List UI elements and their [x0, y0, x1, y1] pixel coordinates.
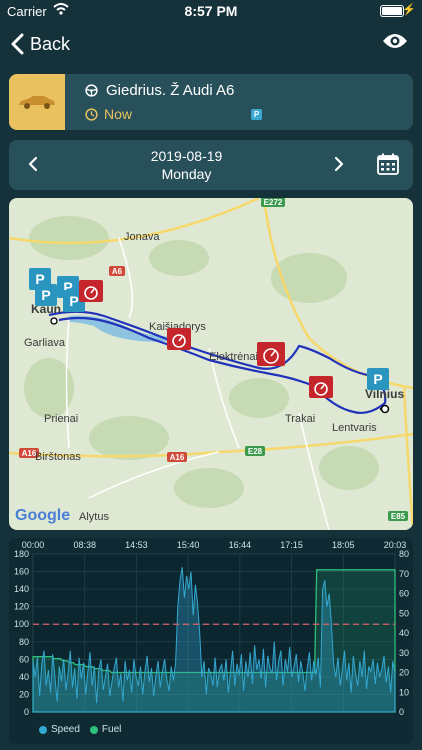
y-right-tick: 40: [399, 628, 409, 638]
legend-speed: Speed: [39, 724, 80, 735]
speeding-marker[interactable]: [309, 376, 333, 398]
x-tick: 16:44: [229, 540, 252, 550]
x-tick: 20:03: [384, 540, 407, 550]
y-left-tick: 80: [19, 637, 29, 647]
legend-speed-label: Speed: [51, 724, 80, 735]
battery-icon: [380, 5, 404, 17]
y-right-tick: 0: [399, 707, 404, 717]
vehicle-name: Giedrius. Ž Audi A6: [85, 82, 234, 99]
date-value: 2019-08-19: [150, 148, 223, 164]
place-elektrenai: Elektrėnai: [209, 351, 258, 363]
back-label: Back: [30, 33, 71, 54]
parking-marker[interactable]: P: [367, 368, 389, 390]
route-map[interactable]: E272 A6 E28 A16 A16 E85 Jonava Kaišiador…: [9, 198, 413, 530]
speed-fuel-chart[interactable]: 0 20 40 60 80 100 120 140 160 180 0 10 20 30 40 50 60 70 8…: [9, 538, 413, 744]
place-birstonas: Birštonas: [35, 451, 81, 463]
calendar-icon[interactable]: [377, 153, 399, 180]
y-left-tick: 40: [19, 672, 29, 682]
speeding-marker[interactable]: [167, 328, 191, 350]
vehicle-name-label: Giedrius. Ž Audi A6: [106, 82, 235, 99]
svg-text:E272: E272: [264, 198, 283, 207]
y-right-tick: 50: [399, 608, 409, 618]
svg-text:A16: A16: [170, 453, 185, 462]
google-logo: Google: [15, 507, 70, 524]
road-badge-a6: A6: [109, 266, 125, 276]
legend-fuel-swatch: [89, 725, 98, 734]
chevron-left-icon: [11, 33, 24, 55]
place-alytus: Alytus: [79, 511, 109, 523]
x-tick: 18:05: [332, 540, 355, 550]
y-right-tick: 80: [399, 549, 409, 559]
svg-text:P: P: [41, 287, 50, 303]
weekday-value: Monday: [161, 166, 212, 182]
steering-wheel-icon: [85, 84, 98, 97]
car-icon: [9, 74, 65, 130]
svg-text:P: P: [69, 293, 78, 309]
navigation-bar: Back: [0, 26, 422, 62]
road-badge-e28: E28: [245, 446, 265, 456]
y-left-tick: 160: [14, 567, 29, 577]
legend-speed-swatch: [39, 725, 47, 734]
vehicle-status-label: Now: [104, 106, 133, 122]
place-jonava: Jonava: [124, 231, 160, 243]
status-bar: Carrier 8:57 PM ⚡: [0, 0, 422, 22]
x-tick: 15:40: [177, 540, 200, 550]
place-trakai: Trakai: [285, 413, 315, 425]
legend-fuel: Fuel: [89, 724, 122, 735]
y-left-tick: 100: [14, 619, 29, 629]
svg-text:E85: E85: [391, 512, 406, 521]
chart-legend: Speed Fuel: [39, 724, 131, 735]
y-right-tick: 70: [399, 569, 409, 579]
map-vegetation: [24, 216, 379, 508]
eye-icon[interactable]: [382, 32, 408, 55]
place-prienai: Prienai: [44, 413, 78, 425]
y-left-tick: 0: [24, 707, 29, 717]
vehicle-status: Now: [85, 106, 132, 122]
speeding-marker[interactable]: [257, 342, 285, 366]
next-day-button[interactable]: [333, 154, 345, 179]
x-tick: 14:53: [125, 540, 148, 550]
vehicle-card[interactable]: Giedrius. Ž Audi A6 Now P: [9, 74, 413, 130]
y-right-tick: 10: [399, 687, 409, 697]
y-right-tick: 60: [399, 589, 409, 599]
road-badge-a16-2: A16: [167, 452, 187, 462]
y-left-tick: 180: [14, 549, 29, 559]
svg-text:A6: A6: [112, 267, 123, 276]
clock: 8:57 PM: [184, 3, 238, 19]
parking-marker[interactable]: P: [35, 284, 57, 306]
clock-icon: [85, 107, 98, 121]
date-display: 2019-08-19 Monday: [9, 147, 364, 183]
chart-canvas: 0 20 40 60 80 100 120 140 160 180 0 10 20 30 40 50 60 70 8…: [14, 540, 409, 717]
speeding-marker[interactable]: [79, 280, 103, 302]
y-left-tick: 20: [19, 689, 29, 699]
charging-icon: ⚡: [402, 4, 416, 16]
x-tick: 00:00: [22, 540, 45, 550]
legend-fuel-label: Fuel: [101, 724, 122, 735]
y-left-tick: 120: [14, 602, 29, 612]
svg-text:P: P: [373, 371, 382, 387]
y-right-tick: 30: [399, 648, 409, 658]
place-lentvaris: Lentvaris: [332, 422, 377, 434]
back-button[interactable]: Back: [10, 28, 70, 60]
date-selector: 2019-08-19 Monday: [9, 140, 413, 190]
y-left-tick: 60: [19, 654, 29, 664]
place-garliava: Garliava: [24, 337, 66, 349]
svg-text:E28: E28: [248, 447, 263, 456]
chevron-right-icon: [334, 156, 344, 172]
x-tick: 17:15: [280, 540, 303, 550]
y-right-tick: 20: [399, 668, 409, 678]
y-left-tick: 140: [14, 584, 29, 594]
x-tick: 08:38: [73, 540, 96, 550]
road-badge-e272: E272: [261, 198, 285, 207]
road-badge-e85: E85: [388, 511, 408, 521]
parking-badge: P: [251, 109, 262, 120]
